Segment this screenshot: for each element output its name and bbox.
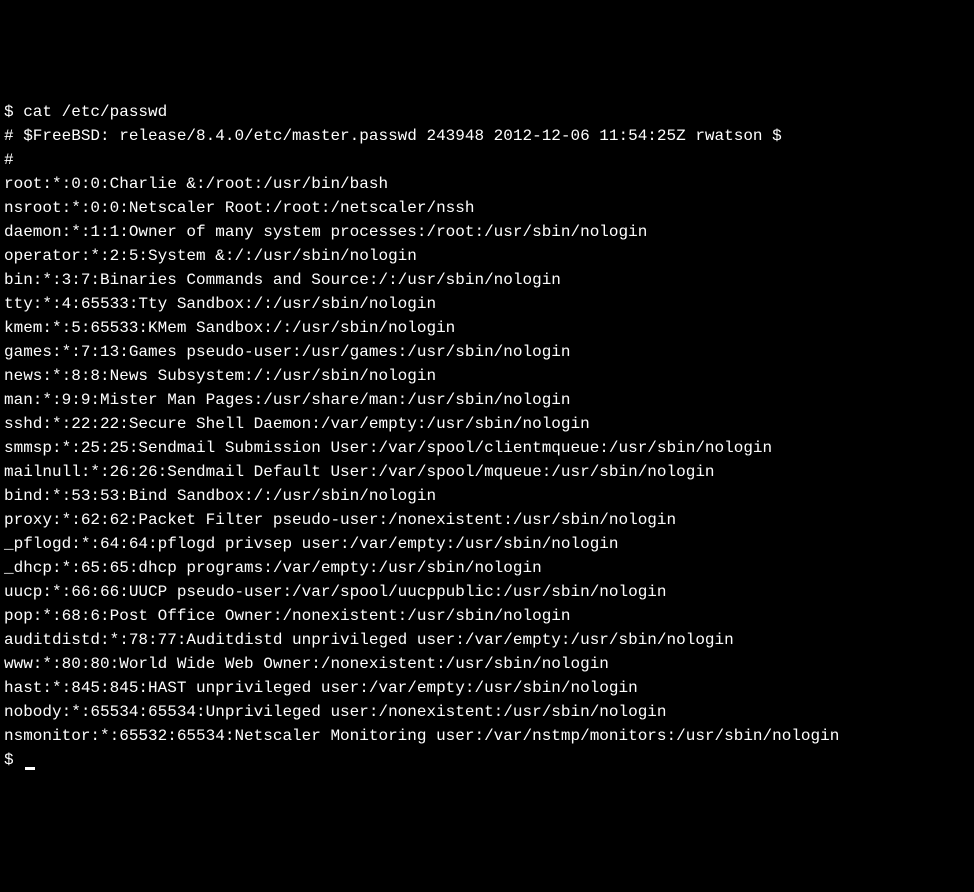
final-prompt: $ — [4, 751, 23, 769]
output-line: sshd:*:22:22:Secure Shell Daemon:/var/em… — [4, 412, 970, 436]
output-line: bind:*:53:53:Bind Sandbox:/:/usr/sbin/no… — [4, 484, 970, 508]
output-line: games:*:7:13:Games pseudo-user:/usr/game… — [4, 340, 970, 364]
output-line: www:*:80:80:World Wide Web Owner:/nonexi… — [4, 652, 970, 676]
prompt-line[interactable]: $ — [4, 748, 970, 772]
output-line: proxy:*:62:62:Packet Filter pseudo-user:… — [4, 508, 970, 532]
output-line: _dhcp:*:65:65:dhcp programs:/var/empty:/… — [4, 556, 970, 580]
output-line: news:*:8:8:News Subsystem:/:/usr/sbin/no… — [4, 364, 970, 388]
output-line: bin:*:3:7:Binaries Commands and Source:/… — [4, 268, 970, 292]
output-line: tty:*:4:65533:Tty Sandbox:/:/usr/sbin/no… — [4, 292, 970, 316]
output-line: hast:*:845:845:HAST unprivileged user:/v… — [4, 676, 970, 700]
command-text: cat /etc/passwd — [23, 103, 167, 121]
command-line: $ cat /etc/passwd — [4, 100, 970, 124]
output-line: # — [4, 148, 970, 172]
terminal-output[interactable]: $ cat /etc/passwd# $FreeBSD: release/8.4… — [4, 100, 970, 772]
output-line: pop:*:68:6:Post Office Owner:/nonexisten… — [4, 604, 970, 628]
output-line: _pflogd:*:64:64:pflogd privsep user:/var… — [4, 532, 970, 556]
output-line: smmsp:*:25:25:Sendmail Submission User:/… — [4, 436, 970, 460]
output-line: nsmonitor:*:65532:65534:Netscaler Monito… — [4, 724, 970, 748]
output-line: mailnull:*:26:26:Sendmail Default User:/… — [4, 460, 970, 484]
output-line: uucp:*:66:66:UUCP pseudo-user:/var/spool… — [4, 580, 970, 604]
cursor-icon — [25, 767, 35, 770]
output-line: daemon:*:1:1:Owner of many system proces… — [4, 220, 970, 244]
output-line: man:*:9:9:Mister Man Pages:/usr/share/ma… — [4, 388, 970, 412]
output-line: auditdistd:*:78:77:Auditdistd unprivileg… — [4, 628, 970, 652]
output-line: root:*:0:0:Charlie &:/root:/usr/bin/bash — [4, 172, 970, 196]
output-line: operator:*:2:5:System &:/:/usr/sbin/nolo… — [4, 244, 970, 268]
output-line: nsroot:*:0:0:Netscaler Root:/root:/netsc… — [4, 196, 970, 220]
prompt: $ — [4, 103, 23, 121]
output-line: # $FreeBSD: release/8.4.0/etc/master.pas… — [4, 124, 970, 148]
output-line: kmem:*:5:65533:KMem Sandbox:/:/usr/sbin/… — [4, 316, 970, 340]
output-line: nobody:*:65534:65534:Unprivileged user:/… — [4, 700, 970, 724]
